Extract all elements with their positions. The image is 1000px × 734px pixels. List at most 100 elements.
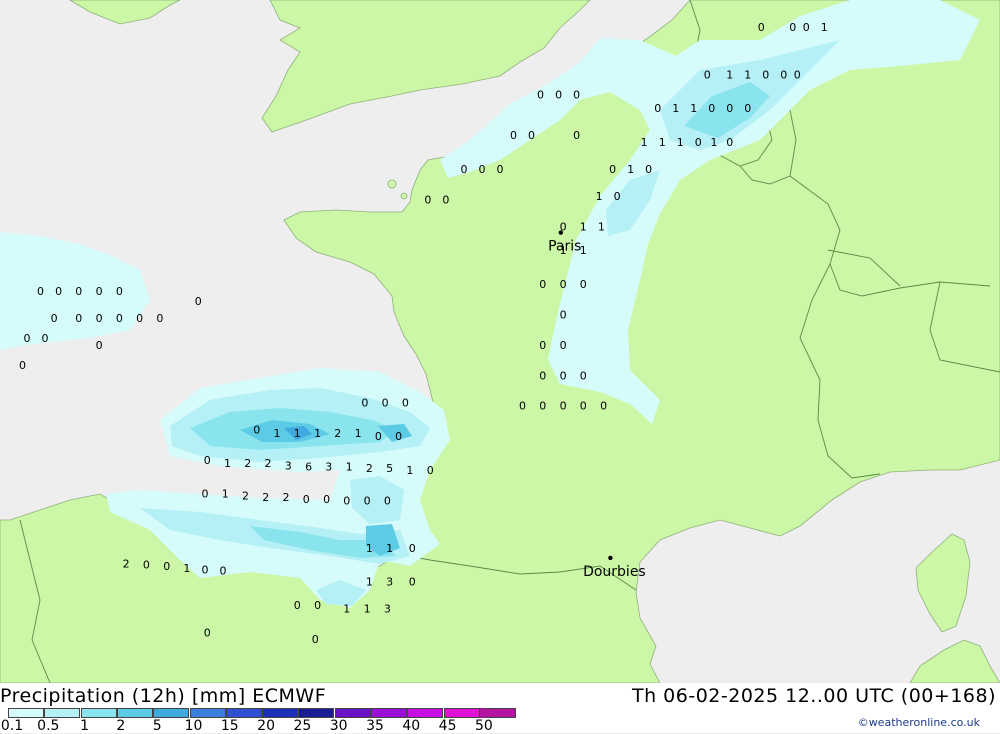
precip-value: 1 (596, 190, 603, 203)
precip-value: 0 (312, 633, 319, 646)
precip-value: 0 (24, 332, 31, 345)
precip-value: 0 (758, 21, 765, 34)
legend-label: 50 (474, 718, 493, 734)
precip-value: 1 (364, 603, 371, 616)
precip-value: 0 (303, 493, 310, 506)
legend-swatch (80, 708, 117, 718)
precip-value: 0 (314, 599, 321, 612)
precip-value: 0 (539, 278, 546, 291)
precip-value: 1 (627, 163, 634, 176)
precip-value: 0 (116, 312, 123, 325)
legend-arrow (480, 708, 517, 718)
precip-value: 0 (402, 396, 409, 409)
legend-label: 15 (220, 718, 239, 734)
precip-value: 0 (510, 129, 517, 142)
precip-value: 6 (305, 461, 312, 474)
precip-value: 0 (37, 285, 44, 298)
precip-value: 0 (539, 400, 546, 413)
precip-value: 0 (51, 312, 58, 325)
legend-label: 35 (366, 718, 384, 734)
precip-value: 0 (744, 102, 751, 115)
legend-swatch (116, 708, 153, 718)
precip-value: 0 (19, 359, 26, 372)
precip-value: 0 (560, 309, 567, 322)
precip-value: 1 (711, 136, 718, 149)
precip-value: 1 (580, 221, 587, 234)
precip-value: 1 (224, 457, 231, 470)
city-label-paris: Paris (548, 239, 581, 255)
legend-swatch (443, 708, 480, 718)
precip-value: 0 (780, 68, 787, 81)
legend-swatch (44, 708, 81, 718)
precip-value: 1 (183, 562, 190, 575)
precip-value: 1 (366, 576, 373, 589)
precip-value: 2 (262, 491, 269, 504)
precip-value: 1 (641, 136, 648, 149)
city-label-dourbies: Dourbies (583, 564, 646, 580)
precip-value: 0 (560, 400, 567, 413)
legend-swatch (298, 708, 335, 718)
city-dot (558, 230, 563, 235)
precip-value: 3 (285, 459, 292, 472)
precip-value: 0 (528, 129, 535, 142)
precip-value: 0 (204, 454, 211, 467)
precip-value: 0 (424, 194, 431, 207)
precip-value: 0 (803, 21, 810, 34)
precip-value: 1 (343, 603, 350, 616)
precip-value: 0 (204, 626, 211, 639)
precip-value: 0 (614, 190, 621, 203)
precip-value: 0 (202, 488, 209, 501)
precip-value: 2 (244, 457, 251, 470)
legend-swatch (262, 708, 299, 718)
precip-value: 0 (560, 339, 567, 352)
precip-value: 0 (497, 163, 504, 176)
precip-value: 0 (580, 369, 587, 382)
precip-value: 0 (609, 163, 616, 176)
precip-value: 1 (274, 427, 281, 440)
precip-value: 1 (677, 136, 684, 149)
precip-value: 0 (323, 493, 330, 506)
precip-value: 2 (366, 462, 373, 475)
precip-value: 0 (555, 89, 562, 102)
legend-label: 1 (80, 718, 90, 734)
credit-link[interactable]: ©weatheronline.co.uk (858, 716, 980, 729)
city-dot (608, 555, 613, 561)
precip-value: 0 (600, 400, 607, 413)
precip-value: 0 (156, 312, 163, 325)
legend-label: 0.1 (0, 718, 24, 734)
precip-value: 0 (427, 464, 434, 477)
precip-value: 0 (726, 102, 733, 115)
precip-value: 3 (386, 576, 393, 589)
precip-value: 0 (195, 295, 202, 308)
precip-value: 0 (560, 369, 567, 382)
precip-value: 1 (355, 427, 362, 440)
precip-value: 1 (222, 488, 229, 501)
precip-value: 0 (42, 332, 49, 345)
legend-label: 2 (116, 718, 126, 734)
precip-value: 0 (395, 430, 402, 443)
precip-value: 1 (314, 427, 321, 440)
precip-value: 0 (704, 68, 711, 81)
legend-swatch (371, 708, 407, 718)
precip-value: 2 (123, 557, 130, 570)
precip-value: 0 (479, 163, 486, 176)
precip-value: 0 (96, 312, 103, 325)
precip-value: 0 (560, 278, 567, 291)
precip-value: 0 (375, 430, 382, 443)
legend-swatch (189, 708, 226, 718)
legend-label: 25 (293, 718, 312, 734)
precip-value: 2 (242, 490, 249, 503)
legend-label: 10 (184, 718, 203, 734)
precip-value: 0 (695, 136, 702, 149)
precip-value: 0 (364, 494, 371, 507)
precip-value: 0 (645, 163, 652, 176)
precip-value: 0 (409, 576, 416, 589)
precip-value: 0 (136, 312, 143, 325)
precip-value: 0 (382, 396, 389, 409)
precipitation-map: 0 0 0 10 1 1 0 0 00 1 1 0 0 01 1 1 0 1 00 0 00 0 00 0 00 00 1 01 00 1… (0, 0, 1000, 683)
precip-value: 0 (143, 559, 150, 572)
precip-value: 0 (55, 285, 62, 298)
precip-value: 0 (539, 369, 546, 382)
map-footer: Precipitation (12h) [mm] ECMWF Th 06-02-… (0, 683, 1000, 734)
legend-swatch (153, 708, 190, 718)
